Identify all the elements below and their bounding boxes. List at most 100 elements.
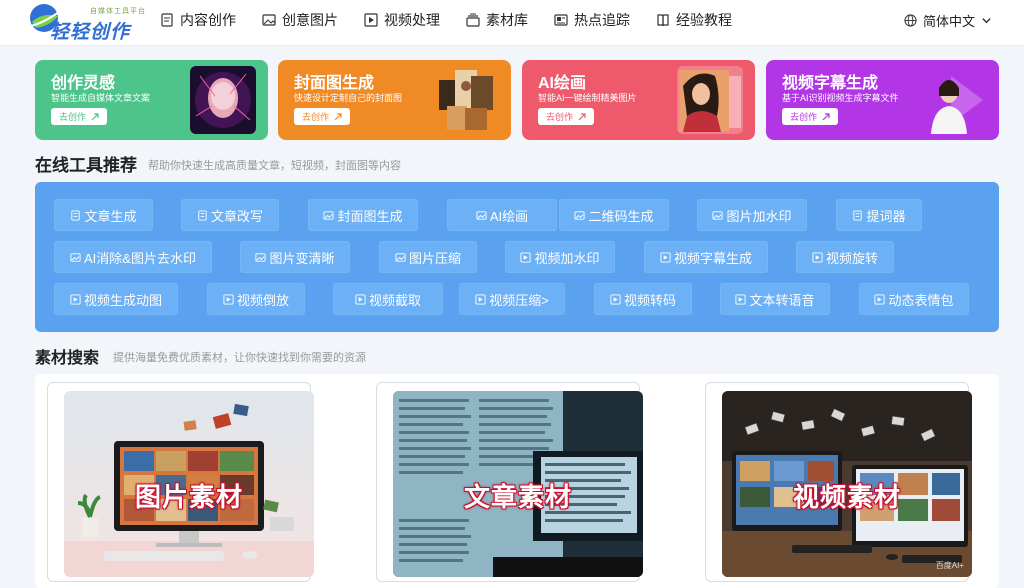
image-icon bbox=[255, 252, 267, 262]
go-create-button[interactable]: 去创作 bbox=[294, 108, 350, 125]
nav-item-creative-images[interactable]: 创意图片 bbox=[262, 10, 338, 30]
tool-image-watermark[interactable]: 图片加水印 bbox=[697, 199, 807, 231]
tool-label: 视频生成动图 bbox=[83, 292, 162, 308]
tool-qrcode-generate[interactable]: 二维码生成 bbox=[559, 199, 669, 231]
video-icon bbox=[874, 293, 886, 305]
card-ai-painting[interactable]: AI绘画 智能AI一键绘制精美图片 去创作 bbox=[522, 60, 755, 140]
tool-video-to-gif[interactable]: 视频生成动图 bbox=[54, 283, 178, 315]
tool-label: 视频字幕生成 bbox=[673, 250, 752, 266]
tool-label: 视频倒放 bbox=[236, 292, 289, 308]
book-icon bbox=[657, 14, 669, 27]
tool-label: AI绘画 bbox=[489, 208, 529, 224]
card-cover-generation[interactable]: 封面图生成 快速设计定制自己的封面图 去创作 bbox=[278, 60, 511, 140]
tool-video-watermark[interactable]: 视频加水印 bbox=[505, 241, 615, 273]
video-icon bbox=[660, 251, 671, 263]
button-label: 去创作 bbox=[58, 112, 86, 122]
image-icon bbox=[70, 252, 81, 262]
tool-image-compress[interactable]: 图片压缩 bbox=[379, 241, 477, 273]
nav-item-material-library[interactable]: 素材库 bbox=[466, 10, 528, 30]
tool-text-to-speech[interactable]: 文本转语音 bbox=[720, 283, 830, 315]
card-title: 创作灵感 bbox=[51, 75, 116, 92]
logo-tagline: 自媒体工具平台 bbox=[90, 8, 146, 15]
material-label: 文章素材 bbox=[463, 482, 572, 512]
nav-item-hot-topics[interactable]: 热点追踪 bbox=[554, 10, 630, 30]
ai-head-image bbox=[190, 66, 256, 134]
tool-animated-emoji[interactable]: 动态表情包 bbox=[859, 283, 969, 315]
video-icon bbox=[355, 293, 366, 305]
text-screens-image: 文章素材 bbox=[393, 391, 643, 577]
video-monitors-image: 视频素材 百度AI+ bbox=[722, 391, 972, 577]
material-label: 图片素材 bbox=[134, 482, 243, 512]
card-desc: 智能生成自媒体文章文案 bbox=[51, 93, 151, 103]
nav-item-content-creation[interactable]: 内容创作 bbox=[160, 10, 236, 30]
nav-label: 经验教程 bbox=[676, 12, 732, 28]
tool-label: 视频旋转 bbox=[825, 250, 878, 266]
globe-icon bbox=[904, 14, 917, 27]
arrow-up-right-icon bbox=[578, 112, 586, 120]
site-logo[interactable]: 自媒体工具平台 轻轻创作 bbox=[28, 2, 145, 43]
go-create-button[interactable]: 去创作 bbox=[538, 108, 594, 125]
document-icon bbox=[853, 209, 863, 221]
tool-ai-erase-watermark[interactable]: AI消除&图片去水印 bbox=[54, 241, 212, 273]
materials-panel: 图片素材 文章素材 视频素材 百度AI+ bbox=[35, 374, 999, 588]
tool-video-transcode[interactable]: 视频转码 bbox=[594, 283, 692, 315]
tools-section-title: 在线工具推荐 bbox=[35, 156, 137, 175]
material-card-articles[interactable]: 文章素材 bbox=[376, 382, 643, 582]
arrow-up-right-icon bbox=[822, 112, 830, 120]
button-label: 去创作 bbox=[301, 112, 329, 122]
image-icon bbox=[323, 210, 335, 220]
tool-label: 视频压缩> bbox=[489, 292, 549, 308]
video-icon bbox=[223, 293, 234, 305]
image-icon bbox=[574, 210, 586, 220]
tool-label: 视频截取 bbox=[368, 292, 421, 308]
card-title: AI绘画 bbox=[538, 75, 587, 92]
document-icon bbox=[161, 13, 173, 27]
tool-label: 提词器 bbox=[866, 208, 906, 224]
tool-label: 图片变清晰 bbox=[269, 250, 335, 266]
go-create-button[interactable]: 去创作 bbox=[782, 108, 838, 125]
materials-section-title: 素材搜索 bbox=[35, 350, 100, 367]
tool-label: 视频加水印 bbox=[534, 250, 600, 266]
tool-label: 视频转码 bbox=[623, 292, 676, 308]
materials-section-subtitle: 提供海量免费优质素材，让你快速找到你需要的资源 bbox=[113, 352, 366, 364]
tool-article-generate[interactable]: 文章生成 bbox=[54, 199, 153, 231]
card-title: 视频字幕生成 bbox=[782, 75, 879, 92]
news-icon bbox=[554, 14, 568, 26]
tool-video-trim[interactable]: 视频截取 bbox=[333, 283, 443, 315]
nav-item-tutorials[interactable]: 经验教程 bbox=[656, 10, 732, 30]
tool-video-rotate[interactable]: 视频旋转 bbox=[796, 241, 894, 273]
tools-panel: 文章生成 文章改写 封面图生成 AI绘画 二维码生成 图片加水印 提词器 AI消… bbox=[35, 182, 999, 332]
tool-teleprompter[interactable]: 提词器 bbox=[836, 199, 922, 231]
video-icon bbox=[735, 293, 747, 305]
card-title: 封面图生成 bbox=[294, 75, 375, 92]
card-writing-inspiration[interactable]: 创作灵感 智能生成自媒体文章文案 去创作 bbox=[35, 60, 268, 140]
tool-ai-painting[interactable]: AI绘画 bbox=[447, 199, 557, 231]
tool-video-reverse[interactable]: 视频倒放 bbox=[207, 283, 305, 315]
feature-cards: 创作灵感 智能生成自媒体文章文案 去创作 封面图生成 快速设计定制自己的封面图 … bbox=[35, 60, 999, 140]
image-icon bbox=[712, 210, 724, 220]
card-video-subtitles[interactable]: 视频字幕生成 基于AI识别视频生成字幕文件 去创作 bbox=[766, 60, 999, 140]
tool-video-compress[interactable]: 视频压缩> bbox=[459, 283, 565, 315]
presenter-image bbox=[921, 66, 987, 134]
image-icon bbox=[476, 210, 487, 220]
tool-article-rewrite[interactable]: 文章改写 bbox=[181, 199, 279, 231]
top-header: 自媒体工具平台 轻轻创作 内容创作 创意图片 视频处理 素材库 热点追踪 经验教… bbox=[0, 0, 1024, 46]
language-selector[interactable]: 简体中文 bbox=[898, 11, 998, 30]
image-icon bbox=[262, 14, 276, 26]
tool-video-subtitles[interactable]: 视频字幕生成 bbox=[644, 241, 768, 273]
material-card-images[interactable]: 图片素材 bbox=[47, 382, 314, 582]
chevron-down-icon bbox=[982, 18, 991, 24]
tool-image-sharpen[interactable]: 图片变清晰 bbox=[240, 241, 350, 273]
nav-item-video-processing[interactable]: 视频处理 bbox=[364, 10, 440, 30]
language-label: 简体中文 bbox=[922, 14, 975, 29]
button-label: 去创作 bbox=[545, 112, 573, 122]
stack-icon bbox=[466, 13, 480, 27]
tool-cover-generate[interactable]: 封面图生成 bbox=[308, 199, 418, 231]
video-icon bbox=[610, 293, 621, 305]
card-desc: 基于AI识别视频生成字幕文件 bbox=[782, 93, 899, 103]
logo-text: 轻轻创作 bbox=[50, 22, 131, 43]
material-card-videos[interactable]: 视频素材 百度AI+ bbox=[705, 382, 972, 582]
tool-label: 图片压缩 bbox=[408, 250, 461, 266]
go-create-button[interactable]: 去创作 bbox=[51, 108, 107, 125]
tool-label: 文章改写 bbox=[210, 208, 263, 224]
